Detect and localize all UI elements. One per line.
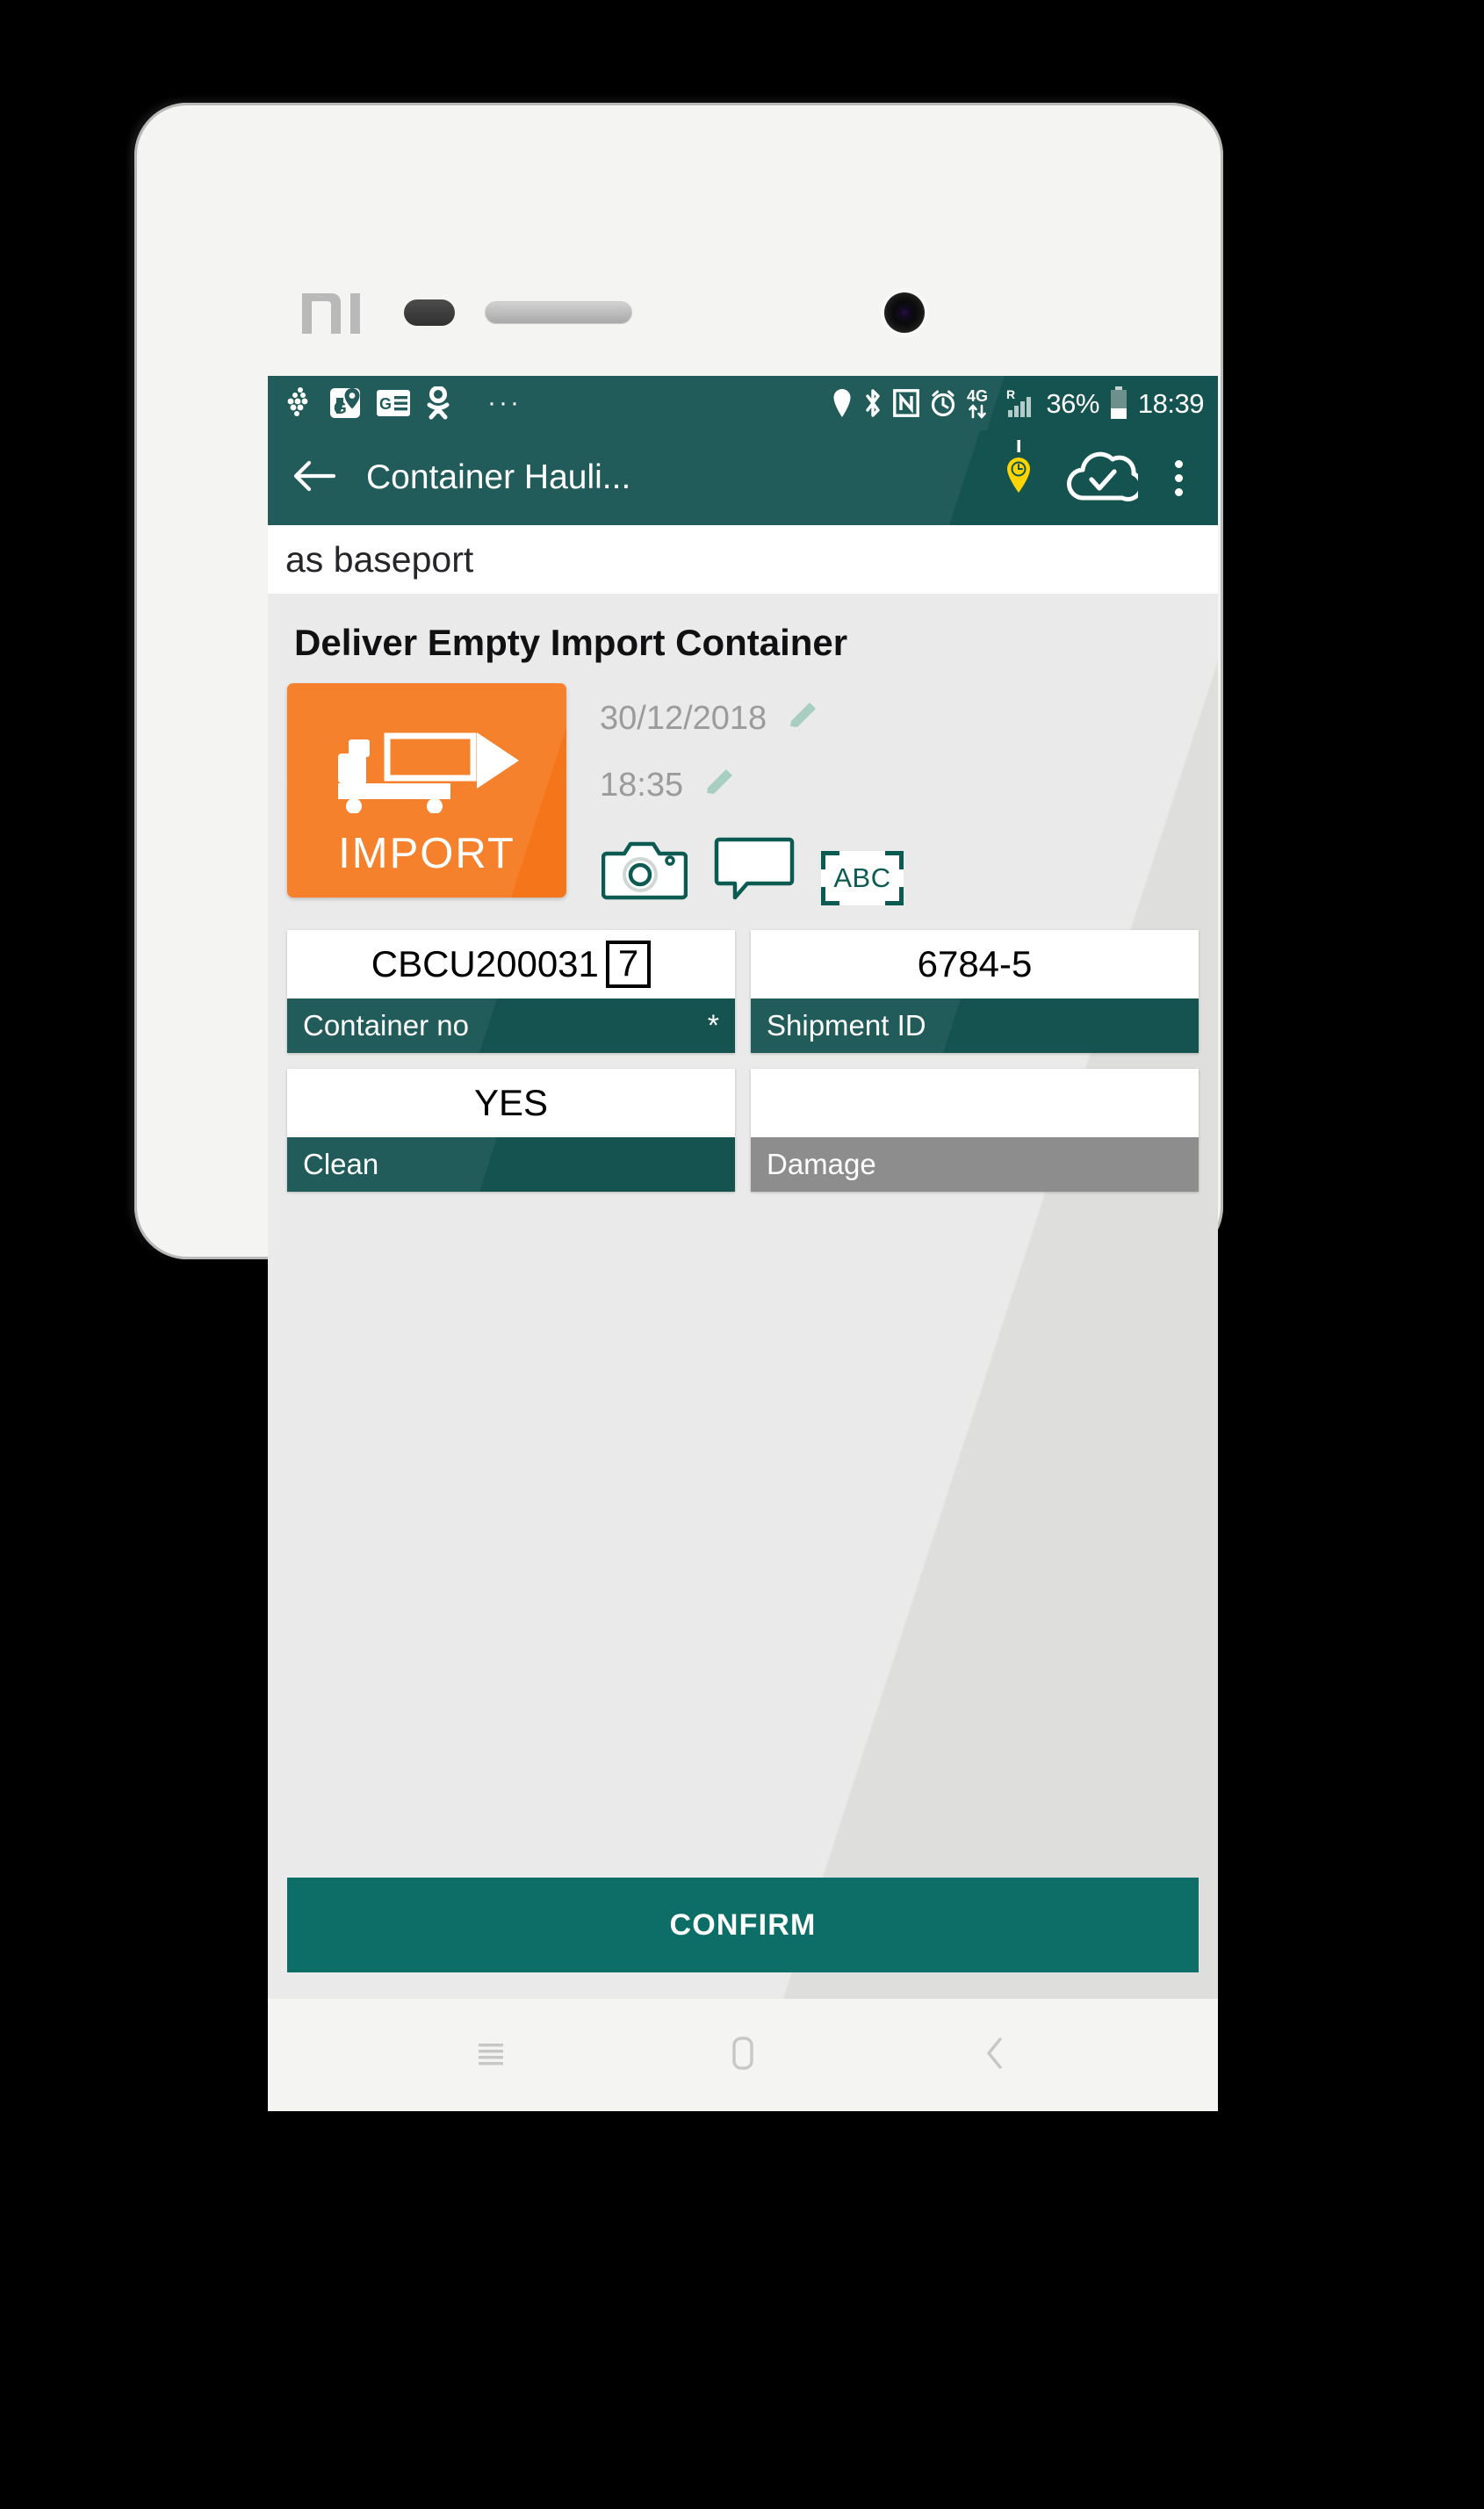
- back-button[interactable]: [282, 445, 347, 510]
- svg-text:R: R: [1006, 387, 1015, 401]
- svg-text:G: G: [379, 395, 392, 413]
- field-grid: CBCU200031 7 Container no * 6784-5 Shipm…: [287, 930, 1199, 1192]
- status-bar: G G ··· 4G R 36% 18:39: [268, 376, 1218, 430]
- confirm-button-label: CONFIRM: [669, 1907, 817, 1942]
- field-container-no[interactable]: CBCU200031 7 Container no *: [287, 930, 735, 1053]
- content-area: Deliver Empty Import Container IMPORT 30…: [268, 594, 1218, 1999]
- field-value-box[interactable]: [751, 1069, 1199, 1137]
- earpiece-speaker: [485, 301, 632, 324]
- arrow-left-icon: [292, 456, 337, 501]
- field-label: Container no: [303, 1009, 469, 1042]
- container-no-value: CBCU200031: [371, 943, 599, 984]
- android-nav-bar: [268, 1999, 1218, 2111]
- google-news-icon: G: [377, 390, 410, 416]
- pencil-icon[interactable]: [784, 698, 821, 739]
- time-row: 18:35: [600, 757, 1199, 813]
- field-label-box: Shipment ID: [751, 999, 1199, 1053]
- meta-column: 30/12/2018 18:35 ABC: [566, 683, 1199, 905]
- dots-cluster-icon: [285, 386, 313, 420]
- subheader-bar: as baseport: [268, 525, 1218, 594]
- location-pin-button[interactable]: [991, 439, 1046, 512]
- nfc-icon: [893, 389, 920, 417]
- more-vertical-icon: [1174, 459, 1183, 468]
- home-button[interactable]: [705, 2017, 781, 2093]
- location-pin-icon: [999, 439, 1038, 516]
- roaming-signal-icon: R: [1006, 387, 1036, 419]
- import-tile[interactable]: IMPORT: [287, 683, 566, 898]
- page-title: Container Hauli...: [366, 458, 631, 496]
- battery-icon: [1109, 386, 1128, 420]
- field-value-box[interactable]: 6784-5: [751, 930, 1199, 999]
- field-row: YES Clean Damage: [287, 1069, 1199, 1192]
- date-row: 30/12/2018: [600, 690, 1199, 746]
- date-value: 30/12/2018: [600, 699, 767, 737]
- app-toolbar: Container Hauli...: [268, 430, 1218, 525]
- phone-screen: G G ··· 4G R 36% 18:39 Container Hauli..…: [268, 376, 1218, 1999]
- scan-text-label: ABC: [833, 862, 891, 893]
- front-camera: [884, 292, 925, 333]
- camera-icon[interactable]: [601, 836, 688, 905]
- clean-value: YES: [473, 1082, 549, 1123]
- cloud-sync-button[interactable]: [1060, 443, 1144, 512]
- field-label: Clean: [303, 1148, 379, 1180]
- battery-percent: 36%: [1046, 387, 1099, 419]
- mi-logo: [297, 288, 372, 339]
- field-label-box: Container no *: [287, 999, 735, 1053]
- google-maps-icon: G: [329, 387, 361, 419]
- recents-button[interactable]: [453, 2017, 529, 2093]
- notification-icons: G G ···: [285, 386, 522, 420]
- field-label-box: Clean: [287, 1137, 735, 1192]
- menu-icon: [473, 2036, 508, 2075]
- pencil-icon[interactable]: [701, 765, 738, 806]
- action-icon-row: ABC: [600, 833, 1199, 905]
- bluetooth-icon: [862, 388, 883, 418]
- more-vertical-icon: [1174, 473, 1183, 482]
- data-4g-icon: 4G: [967, 387, 997, 419]
- time-value: 18:35: [600, 766, 684, 804]
- back-button[interactable]: [957, 2017, 1033, 2093]
- field-value-box[interactable]: YES: [287, 1069, 735, 1137]
- field-damage[interactable]: Damage: [751, 1069, 1199, 1192]
- field-label: Damage: [767, 1148, 876, 1180]
- field-row: CBCU200031 7 Container no * 6784-5 Shipm…: [287, 930, 1199, 1053]
- status-clock: 18:39: [1137, 387, 1205, 419]
- location-icon: [832, 388, 853, 418]
- confirm-area: CONFIRM: [287, 1878, 1199, 1972]
- field-clean[interactable]: YES Clean: [287, 1069, 735, 1192]
- shipment-id-value: 6784-5: [917, 943, 1033, 984]
- field-label: Shipment ID: [767, 1009, 926, 1042]
- tile-and-meta-row: IMPORT 30/12/2018 18:35 ABC: [287, 683, 1199, 905]
- more-vertical-icon: [1174, 487, 1183, 496]
- comment-icon[interactable]: [714, 833, 795, 905]
- truck-container-arrow-icon: [331, 729, 522, 818]
- odnoklassniki-icon: [426, 386, 450, 420]
- home-square-icon: [725, 2034, 760, 2077]
- container-check-digit: 7: [605, 941, 652, 988]
- required-marker: *: [707, 1009, 719, 1042]
- chevron-left-icon: [980, 2034, 1010, 2077]
- form-title: Deliver Empty Import Container: [294, 622, 848, 663]
- notification-overflow-icon: ···: [487, 388, 522, 417]
- svg-text:4G: 4G: [967, 387, 988, 405]
- field-label-box: Damage: [751, 1137, 1199, 1192]
- overflow-menu-button[interactable]: [1151, 443, 1206, 512]
- confirm-button[interactable]: CONFIRM: [287, 1878, 1199, 1972]
- cloud-check-icon: [1063, 448, 1144, 508]
- import-tile-label: IMPORT: [338, 830, 515, 877]
- scan-text-icon[interactable]: ABC: [821, 851, 904, 905]
- svg-text:G: G: [334, 400, 347, 418]
- field-shipment-id[interactable]: 6784-5 Shipment ID: [751, 930, 1199, 1053]
- field-value-box[interactable]: CBCU200031 7: [287, 930, 735, 999]
- system-icons: 4G R 36% 18:39: [832, 386, 1205, 420]
- proximity-sensor: [404, 299, 455, 326]
- alarm-icon: [929, 388, 957, 418]
- subheader-text: as baseport: [285, 538, 474, 580]
